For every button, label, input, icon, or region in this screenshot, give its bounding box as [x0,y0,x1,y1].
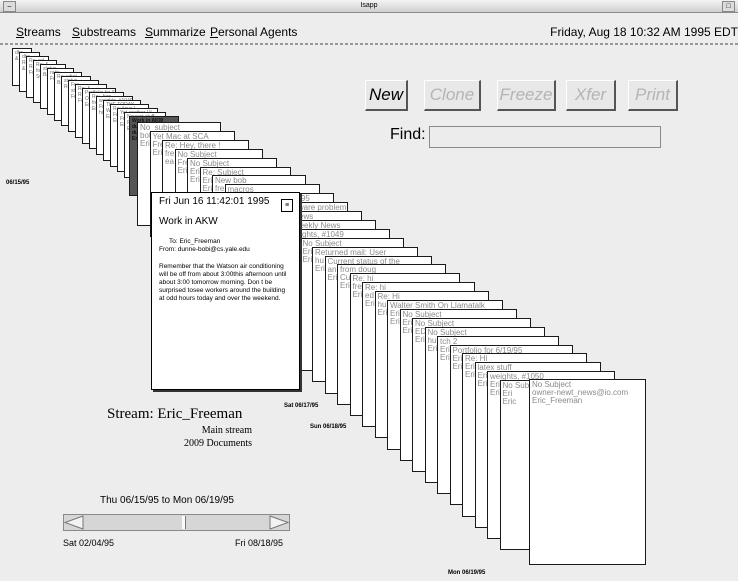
arrow-right-icon[interactable] [269,515,289,530]
stream-name: Stream: Eric_Freeman [107,406,243,422]
document-icon[interactable]: ≡ [281,199,293,212]
document-from: From: dunne-bobi@cs.yale.edu [159,246,250,253]
timeline-range-label: Thu 06/15/95 to Mon 06/19/95 [100,495,234,506]
timeline-start-label: Sat 02/04/95 [63,538,115,548]
document-card[interactable]: No Subject owner-newt_news@io.com Eric_Fre… [529,379,646,565]
substream-name: Main stream [201,425,252,436]
find-input[interactable] [429,126,661,148]
menu-bar: Streams Substreams Summarize Personal Ag… [0,13,738,43]
menu-personal-agents[interactable]: Personal Agents [210,25,297,39]
find-label: Find: [390,126,426,143]
window-maximize-button[interactable]: □ [722,1,735,12]
date-marker: Sun 06/18/95 [310,424,347,430]
document-count: 2009 Documents [183,438,252,449]
window-menu-button[interactable]: – [3,1,16,12]
date-marker: Sat 06/17/95 [284,403,319,409]
menu-substreams[interactable]: Substreams [72,25,136,39]
new-button[interactable]: New [365,80,408,111]
date-marker: Mon 06/19/95 [448,570,486,576]
arrow-left-icon[interactable] [64,515,84,530]
document-body: Remember that the Watson air conditionin… [159,263,287,302]
document-line: Eric_Freeman [532,396,583,405]
freeze-button[interactable]: Freeze [497,80,556,111]
clone-button[interactable]: Clone [424,80,481,111]
menu-streams[interactable]: Streams [16,25,61,39]
window-title-bar: – Isapp □ [0,0,738,13]
clock-datetime: Friday, Aug 18 10:32 AM 1995 EDT [550,25,738,39]
print-button[interactable]: Print [628,80,678,111]
menu-summarize[interactable]: Summarize [145,25,206,39]
document-date: Fri Jun 16 11:42:01 1995 [159,196,270,207]
window-title: Isapp [360,2,378,9]
document-to: To: Eric_Freeman [169,238,221,245]
menu-divider [0,43,738,45]
date-marker: 06/15/95 [6,180,30,186]
timeline-end-label: Fri 08/18/95 [235,538,284,548]
document-title: Work in AKW [159,216,218,227]
focused-document[interactable]: Fri Jun 16 11:42:01 1995 ≡ Work in AKW T… [151,192,300,390]
timeline-slider[interactable] [63,514,290,531]
xfer-button[interactable]: Xfer [566,80,616,111]
timeline-slider-thumb[interactable] [182,516,186,529]
